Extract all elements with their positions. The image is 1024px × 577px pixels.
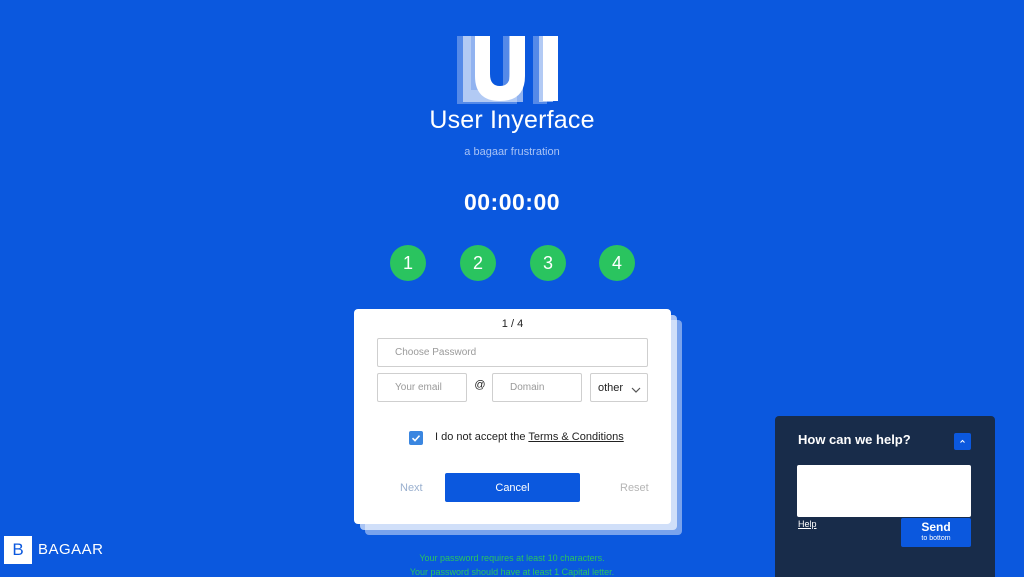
cancel-button[interactable]: Cancel [445,473,580,502]
page-counter: 1 / 4 [501,318,524,330]
app-title: User Inyerface [429,106,595,134]
ui-logo [457,36,567,104]
send-sublabel: to bottom [921,535,951,542]
brand-name: BAGAAR [38,541,104,558]
step-3: 3 [530,245,566,281]
send-button[interactable]: Send to bottom [901,518,971,547]
at-sign: @ [474,379,486,391]
domain-input[interactable] [492,373,582,402]
tld-dropdown[interactable]: other [590,373,648,402]
checkmark-icon [409,431,423,445]
help-title: How can we help? [798,432,911,447]
login-card: 1 / 4 @ other I do not accept the Terms … [354,309,671,524]
chevron-down-icon [631,382,641,393]
email-input[interactable] [377,373,467,402]
terms-checkbox[interactable] [409,431,423,445]
step-2: 2 [460,245,496,281]
chevron-up-icon [954,433,971,450]
step-1: 1 [390,245,426,281]
step-indicator: 1 2 3 4 [390,245,636,281]
help-link[interactable]: Help [798,519,817,529]
step-4: 4 [599,245,635,281]
help-collapse-button[interactable] [954,433,971,450]
password-input[interactable] [377,338,648,367]
terms-conditions-link[interactable]: Terms & Conditions [528,431,623,443]
app-subtitle: a bagaar frustration [464,146,560,158]
send-label: Send [921,520,951,534]
tld-selected-value: other [598,382,624,394]
next-link[interactable]: Next [400,482,423,494]
reset-link[interactable]: Reset [620,482,649,494]
brand-mark-icon: B [4,536,32,564]
help-message-input[interactable] [797,465,971,517]
help-widget: How can we help? Help Send to bottom [775,416,995,577]
timer: 00:00:00 [463,189,561,215]
terms-prefix: I do not accept the [435,431,529,443]
terms-label: I do not accept the Terms & Conditions [435,431,624,443]
